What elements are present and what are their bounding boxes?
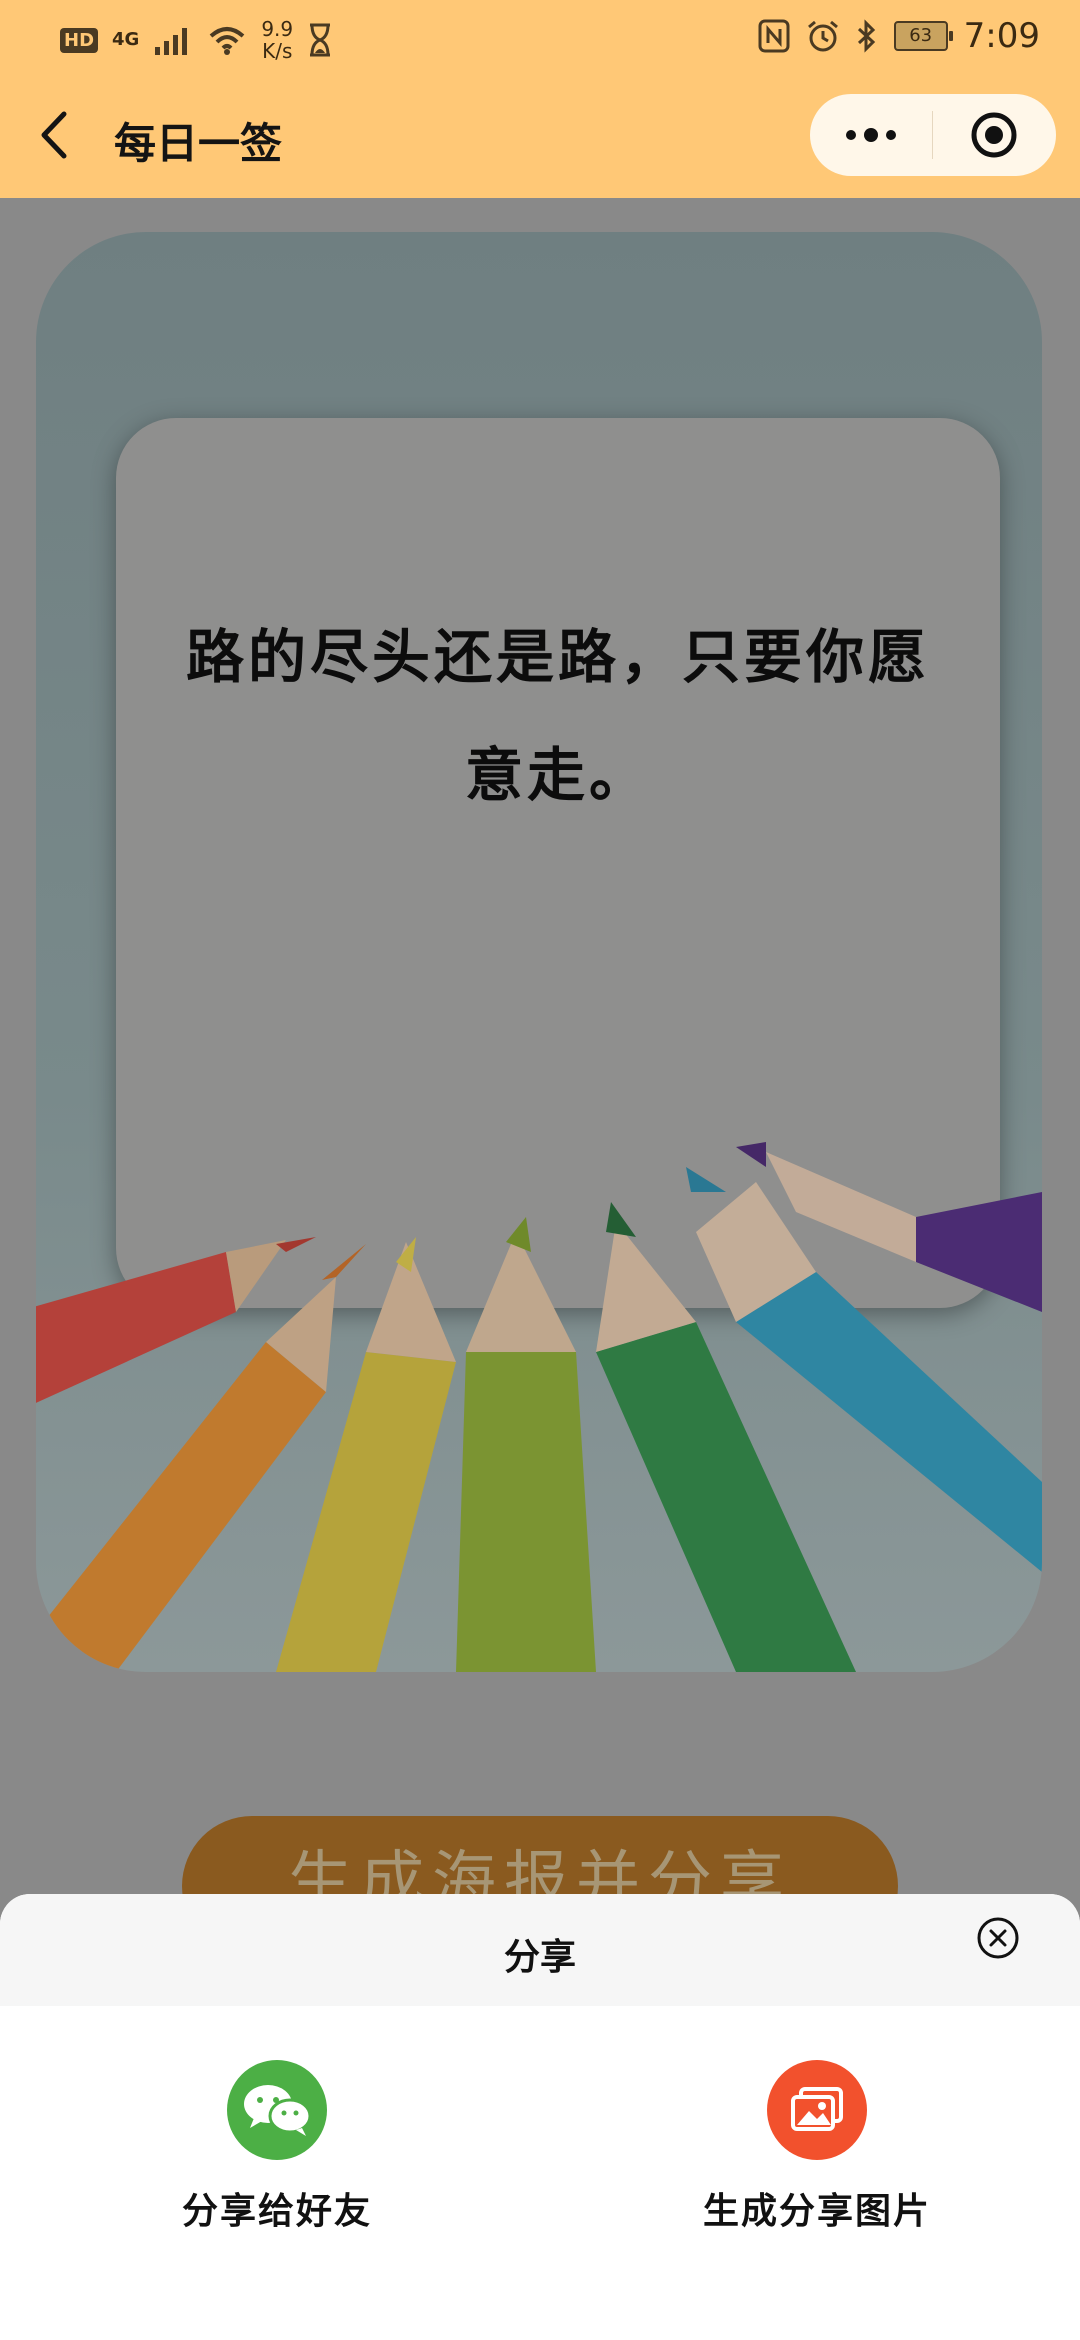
page-title: 每日一签 — [114, 119, 283, 168]
close-miniprogram-button[interactable] — [933, 94, 1055, 176]
image-icon — [791, 2087, 843, 2131]
wechat-icon — [244, 2085, 312, 2136]
status-bar-right: 63 7:09 — [758, 16, 1040, 56]
mini-program-capsule — [810, 94, 1056, 176]
share-sheet-title: 分享 — [503, 1936, 576, 1978]
network-type: 4G — [112, 29, 140, 50]
nfc-icon — [758, 19, 790, 53]
wechat-icon-circle — [227, 2060, 327, 2160]
pencil-yellow — [276, 1237, 456, 1672]
nav-bar: 每日一签 — [0, 72, 1080, 198]
share-sheet-close-button[interactable] — [976, 1916, 1020, 1960]
share-to-friend-label: 分享给好友 — [181, 2190, 372, 2232]
hourglass-icon — [310, 23, 331, 57]
hd-badge: HD — [60, 27, 99, 53]
image-icon-circle — [767, 2060, 867, 2160]
dimmed-content: 路的尽头还是路，只要你愿意走。 生成海报并分享 — [0, 198, 1080, 1956]
target-icon — [971, 112, 1017, 158]
speed-unit: K/s — [262, 39, 293, 63]
pencil-lime — [456, 1217, 596, 1672]
wifi-icon — [210, 27, 245, 55]
generate-share-image-option[interactable]: 生成分享图片 — [637, 2060, 997, 2234]
status-bar-left: HD 4G 9.9 K/s — [60, 18, 333, 62]
clock-time: 7:09 — [963, 16, 1040, 56]
generate-share-image-label: 生成分享图片 — [702, 2190, 931, 2232]
more-button[interactable] — [810, 94, 932, 176]
status-bar: HD 4G 9.9 K/s 63 7:09 — [0, 0, 1080, 72]
close-circle-icon — [977, 1917, 1019, 1959]
alarm-icon — [807, 20, 838, 52]
chevron-left-icon — [41, 111, 67, 159]
daily-quote-card: 路的尽头还是路，只要你愿意走。 — [36, 232, 1042, 1672]
signal-icon — [155, 28, 188, 55]
share-sheet: 分享 分享给好友 生成分享图片 — [0, 1894, 1080, 2340]
more-dots-icon — [846, 128, 896, 142]
network-speed: 9.9 K/s — [261, 18, 293, 62]
battery-indicator: 63 — [893, 21, 953, 51]
colored-pencils-illustration — [36, 1142, 1042, 1672]
share-sheet-header: 分享 — [0, 1894, 1080, 2006]
speed-value: 9.9 — [261, 17, 294, 41]
back-button[interactable] — [30, 100, 90, 170]
bluetooth-icon — [857, 19, 875, 53]
share-to-friend-option[interactable]: 分享给好友 — [97, 2060, 457, 2234]
